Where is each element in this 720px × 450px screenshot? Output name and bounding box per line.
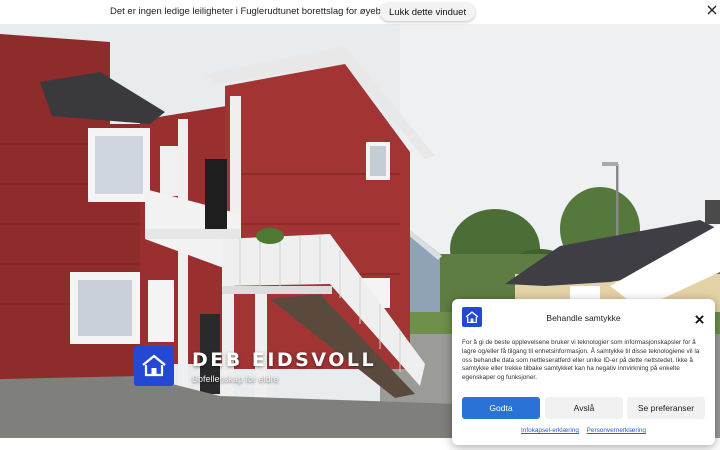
preferences-button[interactable]: Se preferanser <box>627 397 705 419</box>
brand-text: DEB EIDSVOLL Bofellesskap for eldre <box>192 349 376 384</box>
notice-text: Det er ingen ledige leiligheter i Fugler… <box>110 6 406 17</box>
close-icon[interactable] <box>692 312 706 326</box>
accept-button[interactable]: Godta <box>462 397 540 419</box>
close-notice-button[interactable]: Lukk dette vinduet <box>380 3 476 21</box>
page: Det er ingen ledige leiligheter i Fugler… <box>0 0 720 450</box>
privacy-statement-link[interactable]: Personvernerklæring <box>587 427 646 434</box>
consent-dialog: Behandle samtykke For å gi de beste oppl… <box>452 299 715 445</box>
house-icon[interactable] <box>134 346 174 386</box>
cookie-statement-link[interactable]: Infokapsel-erklæring <box>521 427 579 434</box>
site-brand[interactable]: DEB EIDSVOLL Bofellesskap for eldre <box>134 346 376 386</box>
deny-button[interactable]: Avslå <box>545 397 623 419</box>
site-tagline: Bofellesskap for eldre <box>192 373 279 384</box>
notice-bar: Det er ingen ledige leiligheter i Fugler… <box>0 0 720 24</box>
consent-title: Behandle samtykke <box>546 313 621 323</box>
consent-links: Infokapsel-erklæring Personvernerklæring <box>452 427 715 434</box>
close-icon[interactable] <box>704 2 720 18</box>
consent-body: For å gi de beste opplevelsene bruker vi… <box>462 339 700 382</box>
site-title[interactable]: DEB EIDSVOLL <box>192 349 376 371</box>
